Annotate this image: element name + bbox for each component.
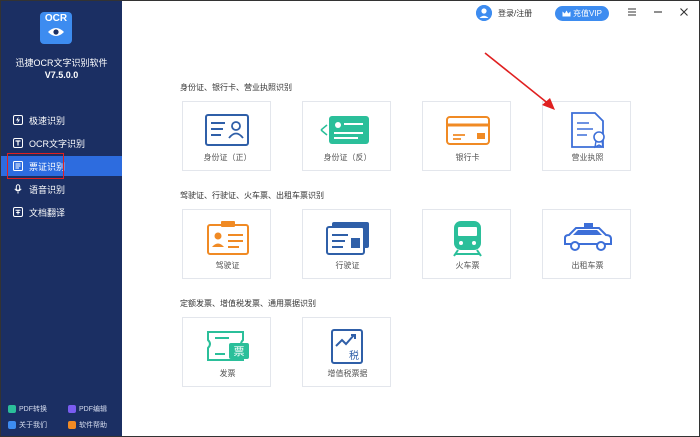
card-label: 行驶证 — [335, 261, 360, 270]
highlight-box — [7, 153, 64, 179]
card-label: 出租车票 — [571, 261, 604, 270]
sidebar-item-translate[interactable]: 文档翻译 — [1, 202, 122, 222]
card-label: 营业执照 — [571, 153, 604, 162]
pdf-edit-label: PDF编辑 — [79, 406, 107, 413]
taxi-icon — [564, 223, 612, 251]
help-link[interactable]: 软件帮助 — [68, 420, 107, 430]
card-label: 银行卡 — [455, 153, 480, 162]
about-label: 关于我们 — [19, 422, 47, 429]
card-driver-license[interactable]: 驾驶证 — [182, 209, 271, 279]
card-label: 火车票 — [455, 261, 480, 270]
id-card-front-icon — [205, 114, 249, 146]
translate-icon — [13, 207, 23, 217]
minimize-icon[interactable] — [652, 6, 664, 18]
about-link[interactable]: 关于我们 — [8, 420, 47, 430]
card-label: 驾驶证 — [215, 261, 240, 270]
pdf-edit-icon — [68, 405, 76, 413]
text-scan-icon — [13, 138, 23, 148]
close-icon[interactable] — [678, 6, 690, 18]
sidebar-item-label: 语音识别 — [29, 184, 66, 195]
card-taxi-ticket[interactable]: 出租车票 — [542, 209, 631, 279]
card-id-back[interactable]: 身份证（反） — [302, 101, 391, 171]
card-train-ticket[interactable]: 火车票 — [422, 209, 511, 279]
vat-glyph: 税 — [349, 349, 359, 362]
pdf-convert-label: PDF转换 — [19, 406, 47, 413]
help-icon — [68, 421, 76, 429]
card-label: 身份证（正） — [203, 153, 252, 162]
crown-icon — [562, 10, 571, 17]
card-bank-card[interactable]: 银行卡 — [422, 101, 511, 171]
main-content: 身份证、银行卡、营业执照识别 身份证（正） 身份证（反） 银行卡 营业执照 驾驶… — [122, 27, 699, 436]
app-window: OCR 迅捷OCR文字识别软件 V7.5.0.0 极速识别 OCR文字识别 票证… — [0, 0, 700, 437]
sidebar-item-ocr[interactable]: OCR文字识别 — [1, 133, 122, 153]
sidebar-item-label: OCR文字识别 — [29, 138, 85, 149]
lightning-icon — [13, 115, 23, 125]
vehicle-license-icon — [326, 222, 369, 255]
driver-license-icon — [207, 221, 249, 255]
app-name: 迅捷OCR文字识别软件 — [15, 58, 108, 68]
vip-label: 充值VIP — [573, 9, 602, 18]
sidebar-item-fast-recognition[interactable]: 极速识别 — [1, 110, 122, 130]
business-license-icon — [571, 112, 605, 149]
login-register-link[interactable]: 登录/注册 — [498, 8, 532, 19]
invoice-glyph: 票 — [234, 345, 245, 358]
card-business-license[interactable]: 营业执照 — [542, 101, 631, 171]
card-label: 发票 — [219, 369, 236, 378]
sidebar-item-label: 极速识别 — [29, 115, 66, 126]
train-icon — [453, 221, 482, 257]
user-avatar-icon[interactable] — [476, 5, 492, 21]
info-icon — [8, 421, 16, 429]
card-vehicle-license[interactable]: 行驶证 — [302, 209, 391, 279]
microphone-icon — [14, 184, 22, 194]
help-label: 软件帮助 — [79, 422, 107, 429]
pdf-edit-link[interactable]: PDF编辑 — [68, 404, 107, 414]
card-label: 增值税票据 — [327, 369, 368, 378]
title-bar: 登录/注册 充值VIP — [122, 1, 699, 27]
card-invoice[interactable]: 票 发票 — [182, 317, 271, 387]
sidebar-item-label: 文档翻译 — [29, 207, 66, 218]
section-title-license-ticket: 驾驶证、行驶证、火车票、出租车票识别 — [180, 191, 324, 200]
sidebar: OCR 迅捷OCR文字识别软件 V7.5.0.0 极速识别 OCR文字识别 票证… — [1, 1, 122, 436]
invoice-icon: 票 — [207, 331, 249, 361]
card-vat-invoice[interactable]: 税 增值税票据 — [302, 317, 391, 387]
bank-card-icon — [446, 116, 490, 145]
pdf-convert-link[interactable]: PDF转换 — [8, 404, 47, 414]
app-logo: OCR — [40, 12, 72, 44]
menu-icon[interactable] — [626, 6, 638, 18]
sidebar-item-voice[interactable]: 语音识别 — [1, 179, 122, 199]
logo-text: OCR — [44, 13, 68, 24]
pdf-convert-icon — [8, 405, 16, 413]
card-label: 身份证（反） — [323, 153, 372, 162]
eye-icon — [48, 28, 64, 36]
card-id-front[interactable]: 身份证（正） — [182, 101, 271, 171]
section-title-id-bank-license: 身份证、银行卡、营业执照识别 — [180, 83, 292, 92]
id-card-back-icon — [320, 116, 369, 144]
vip-recharge-button[interactable]: 充值VIP — [555, 6, 609, 21]
app-version: V7.5.0.0 — [44, 70, 79, 80]
section-title-invoice: 定额发票、增值税发票、通用票据识别 — [180, 299, 316, 308]
vat-invoice-icon: 税 — [331, 329, 363, 364]
